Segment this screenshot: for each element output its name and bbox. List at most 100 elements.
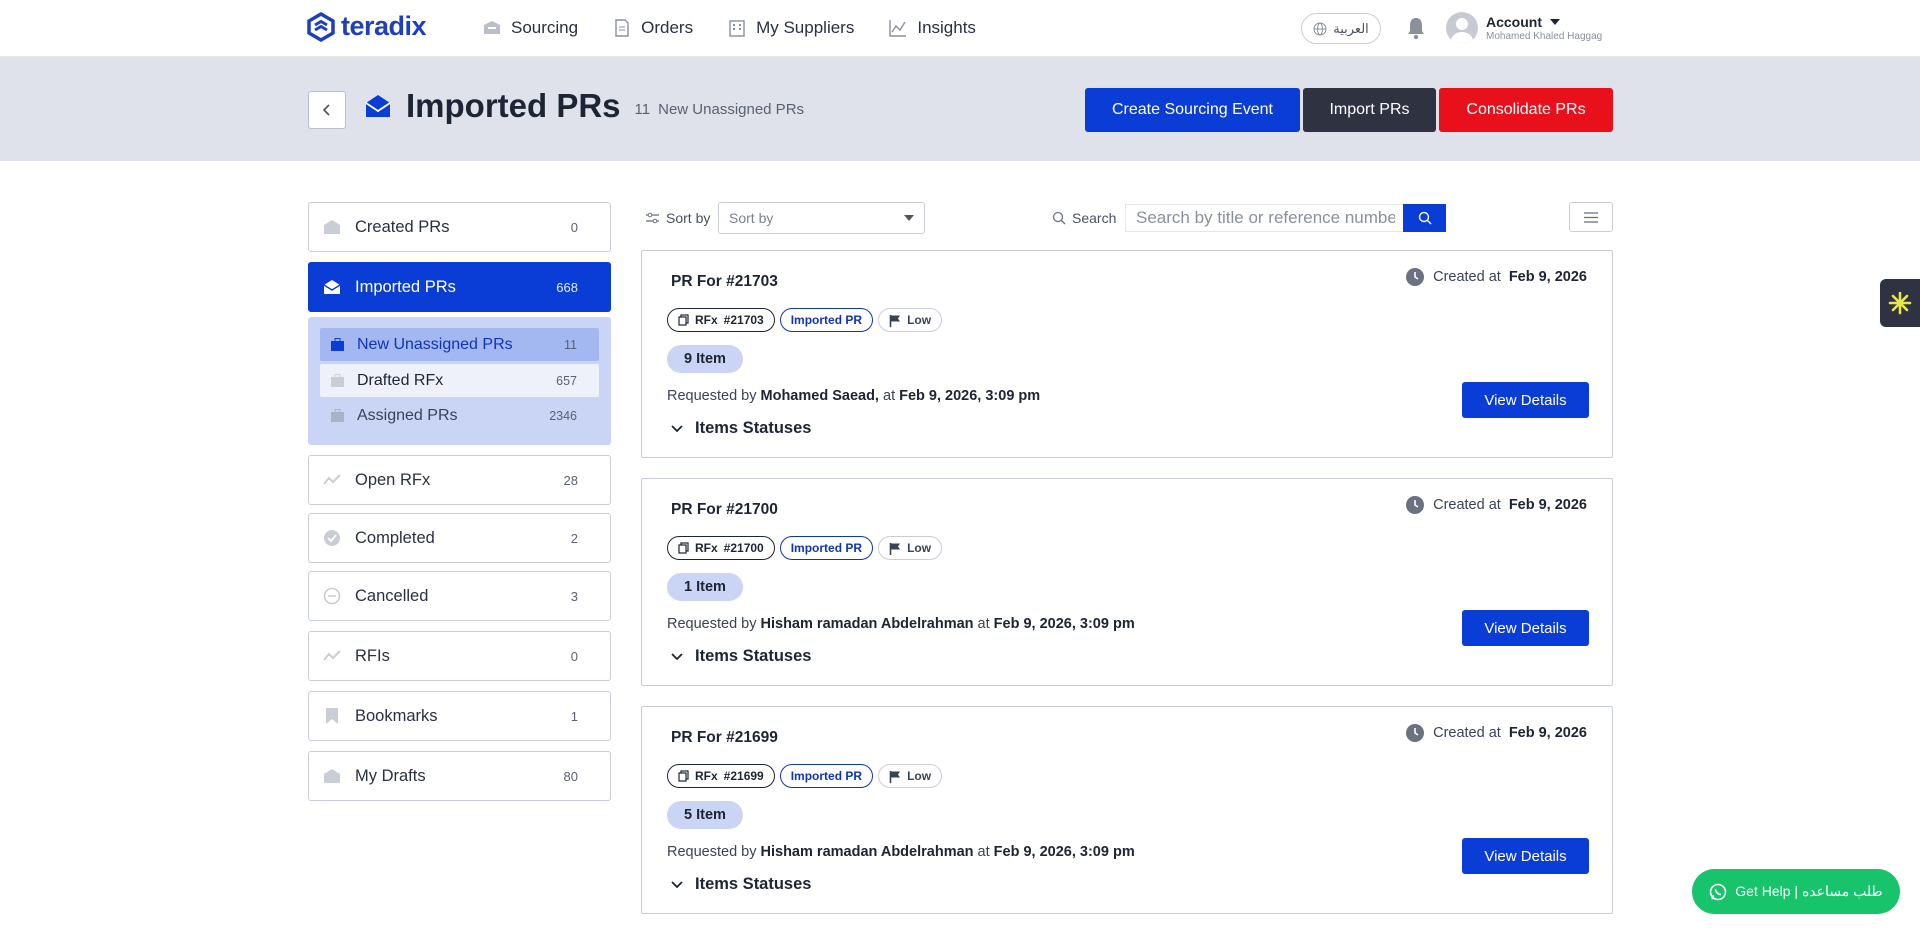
nav-my-suppliers[interactable]: My Suppliers <box>727 18 854 38</box>
clock-icon <box>1406 496 1425 514</box>
rfx-reference-badge[interactable]: RFx #21703 <box>667 308 775 332</box>
bookmark-icon <box>326 708 338 724</box>
requested-by-label: Requested by <box>667 616 757 632</box>
chevron-down-icon <box>1550 19 1560 25</box>
imported-pr-badge: Imported PR <box>779 536 874 560</box>
chart-icon <box>889 20 907 37</box>
search-input[interactable] <box>1125 204 1405 232</box>
created-date: Feb 9, 2026 <box>1508 269 1587 285</box>
sidebar-item-open-rfx[interactable]: Open RFx 28 <box>308 455 611 505</box>
back-button[interactable] <box>308 91 346 129</box>
sidebar-subitem-new-unassigned[interactable]: New Unassigned PRs 11 <box>320 328 599 361</box>
priority-label: Low <box>907 541 932 555</box>
sidebar-item-count: 28 <box>563 472 578 488</box>
import-prs-button[interactable]: Import PRs <box>1303 88 1436 132</box>
requested-datetime: Feb 9, 2026, 3:09 pm <box>899 388 1041 404</box>
language-switch-button[interactable]: العربية <box>1301 13 1381 44</box>
search-icon <box>1418 211 1431 225</box>
bell-icon[interactable] <box>1405 16 1427 40</box>
sidebar-item-cancelled[interactable]: Cancelled 3 <box>308 571 611 621</box>
sidebar-item-label: Bookmarks <box>355 706 438 725</box>
nav-orders[interactable]: Orders <box>612 18 693 38</box>
page-subtitle: 11 New Unassigned PRs <box>635 101 804 118</box>
list-toolbar: Sort by Sort by Search <box>645 202 1613 234</box>
sidebar-item-created-prs[interactable]: Created PRs 0 <box>308 202 611 252</box>
sort-icon <box>646 212 659 224</box>
items-statuses-toggle[interactable]: Items Statuses <box>671 647 811 666</box>
envelope-open-icon <box>323 280 341 294</box>
at-label: at <box>883 388 896 404</box>
nav-insights[interactable]: Insights <box>888 18 976 38</box>
trend-icon <box>323 650 341 661</box>
sidebar-item-completed[interactable]: Completed 2 <box>308 513 611 563</box>
chevron-down-icon <box>671 880 683 888</box>
language-label: العربية <box>1333 20 1369 36</box>
sidebar-item-rfis[interactable]: RFIs 0 <box>308 631 611 681</box>
globe-icon <box>1313 22 1327 35</box>
chevron-down-icon <box>671 652 683 660</box>
created-label: Created at <box>1433 725 1501 741</box>
sort-label: Sort by <box>666 210 711 226</box>
created-label: Created at <box>1433 269 1501 285</box>
items-statuses-label: Items Statuses <box>695 647 812 665</box>
pr-tags: RFx #21703 Imported PR Low <box>667 308 943 332</box>
sidebar-subitem-drafted-rfx[interactable]: Drafted RFx 657 <box>320 364 599 397</box>
items-statuses-label: Items Statuses <box>695 875 812 893</box>
created-date: Feb 9, 2026 <box>1508 497 1587 513</box>
sidebar-item-label: RFIs <box>355 646 390 665</box>
pr-card-title: PR For #21699 <box>671 729 778 746</box>
clock-icon <box>1406 724 1425 742</box>
sidebar-item-my-drafts[interactable]: My Drafts 80 <box>308 751 611 801</box>
sidebar-item-count: 0 <box>570 219 578 235</box>
sparkle-icon <box>1888 291 1912 315</box>
created-at: Created at Feb 9, 2026 <box>1405 267 1587 287</box>
rfx-label: RFx <box>695 769 718 783</box>
sidebar-item-bookmarks[interactable]: Bookmarks 1 <box>308 691 611 741</box>
account-name: Mohamed Khaled Haggag <box>1486 31 1603 42</box>
pr-card: PR For #21699 Created at Feb 9, 2026 RFx #… <box>641 706 1613 914</box>
nav-sourcing-label: Sourcing <box>511 18 579 37</box>
create-sourcing-event-button[interactable]: Create Sourcing Event <box>1085 88 1300 132</box>
rfx-reference-badge[interactable]: RFx #21699 <box>667 764 775 788</box>
view-details-button[interactable]: View Details <box>1462 382 1589 418</box>
teradix-logo[interactable]: teradix <box>307 11 427 42</box>
chevron-down-icon <box>904 215 914 221</box>
view-details-button[interactable]: View Details <box>1462 838 1589 874</box>
items-statuses-label: Items Statuses <box>695 419 812 437</box>
chevron-left-icon <box>322 104 330 116</box>
subitem-count: 2346 <box>549 408 577 423</box>
envelope-open-icon <box>365 95 391 117</box>
consolidate-prs-button[interactable]: Consolidate PRs <box>1439 88 1613 132</box>
sidebar-item-imported-prs[interactable]: Imported PRs 668 <box>308 262 611 312</box>
rfx-label: RFx <box>695 313 718 327</box>
search-button[interactable] <box>1403 204 1446 232</box>
sidebar-item-count: 2 <box>570 530 578 546</box>
sort-dropdown[interactable]: Sort by <box>718 202 925 234</box>
at-label: at <box>977 844 990 860</box>
main-nav: Sourcing Orders My Suppliers Insights <box>482 0 976 56</box>
sidebar-item-count: 3 <box>570 588 578 604</box>
imported-prs-subpanel: New Unassigned PRs 11 Drafted RFx 657 As… <box>308 317 611 445</box>
rfx-reference-badge[interactable]: RFx #21700 <box>667 536 775 560</box>
items-statuses-toggle[interactable]: Items Statuses <box>671 419 811 438</box>
view-details-button[interactable]: View Details <box>1462 610 1589 646</box>
get-help-button[interactable]: Get Help | طلب مساعده <box>1692 869 1900 914</box>
sidebar-item-label: Created PRs <box>355 217 450 236</box>
subitem-count: 657 <box>556 373 577 388</box>
sidebar-subitem-assigned-prs[interactable]: Assigned PRs 2346 <box>320 399 599 432</box>
nav-sourcing[interactable]: Sourcing <box>482 18 578 38</box>
pr-card: PR For #21700 Created at Feb 9, 2026 RFx #… <box>641 478 1613 686</box>
chevron-down-icon <box>671 424 683 432</box>
flag-icon <box>889 314 901 327</box>
copy-icon <box>678 770 689 782</box>
subitem-label: Drafted RFx <box>357 371 444 389</box>
side-widget-button[interactable] <box>1880 279 1920 327</box>
list-view-menu-button[interactable] <box>1569 202 1613 232</box>
requested-datetime: Feb 9, 2026, 3:09 pm <box>993 616 1135 632</box>
envelope-icon <box>324 769 340 783</box>
items-statuses-toggle[interactable]: Items Statuses <box>671 875 811 894</box>
requester-name: Hisham ramadan Abdelrahman <box>760 616 974 632</box>
briefcase-icon <box>331 409 344 422</box>
account-menu[interactable]: Account Mohamed Khaled Haggag <box>1446 12 1602 44</box>
unassigned-count: 11 <box>634 100 651 118</box>
